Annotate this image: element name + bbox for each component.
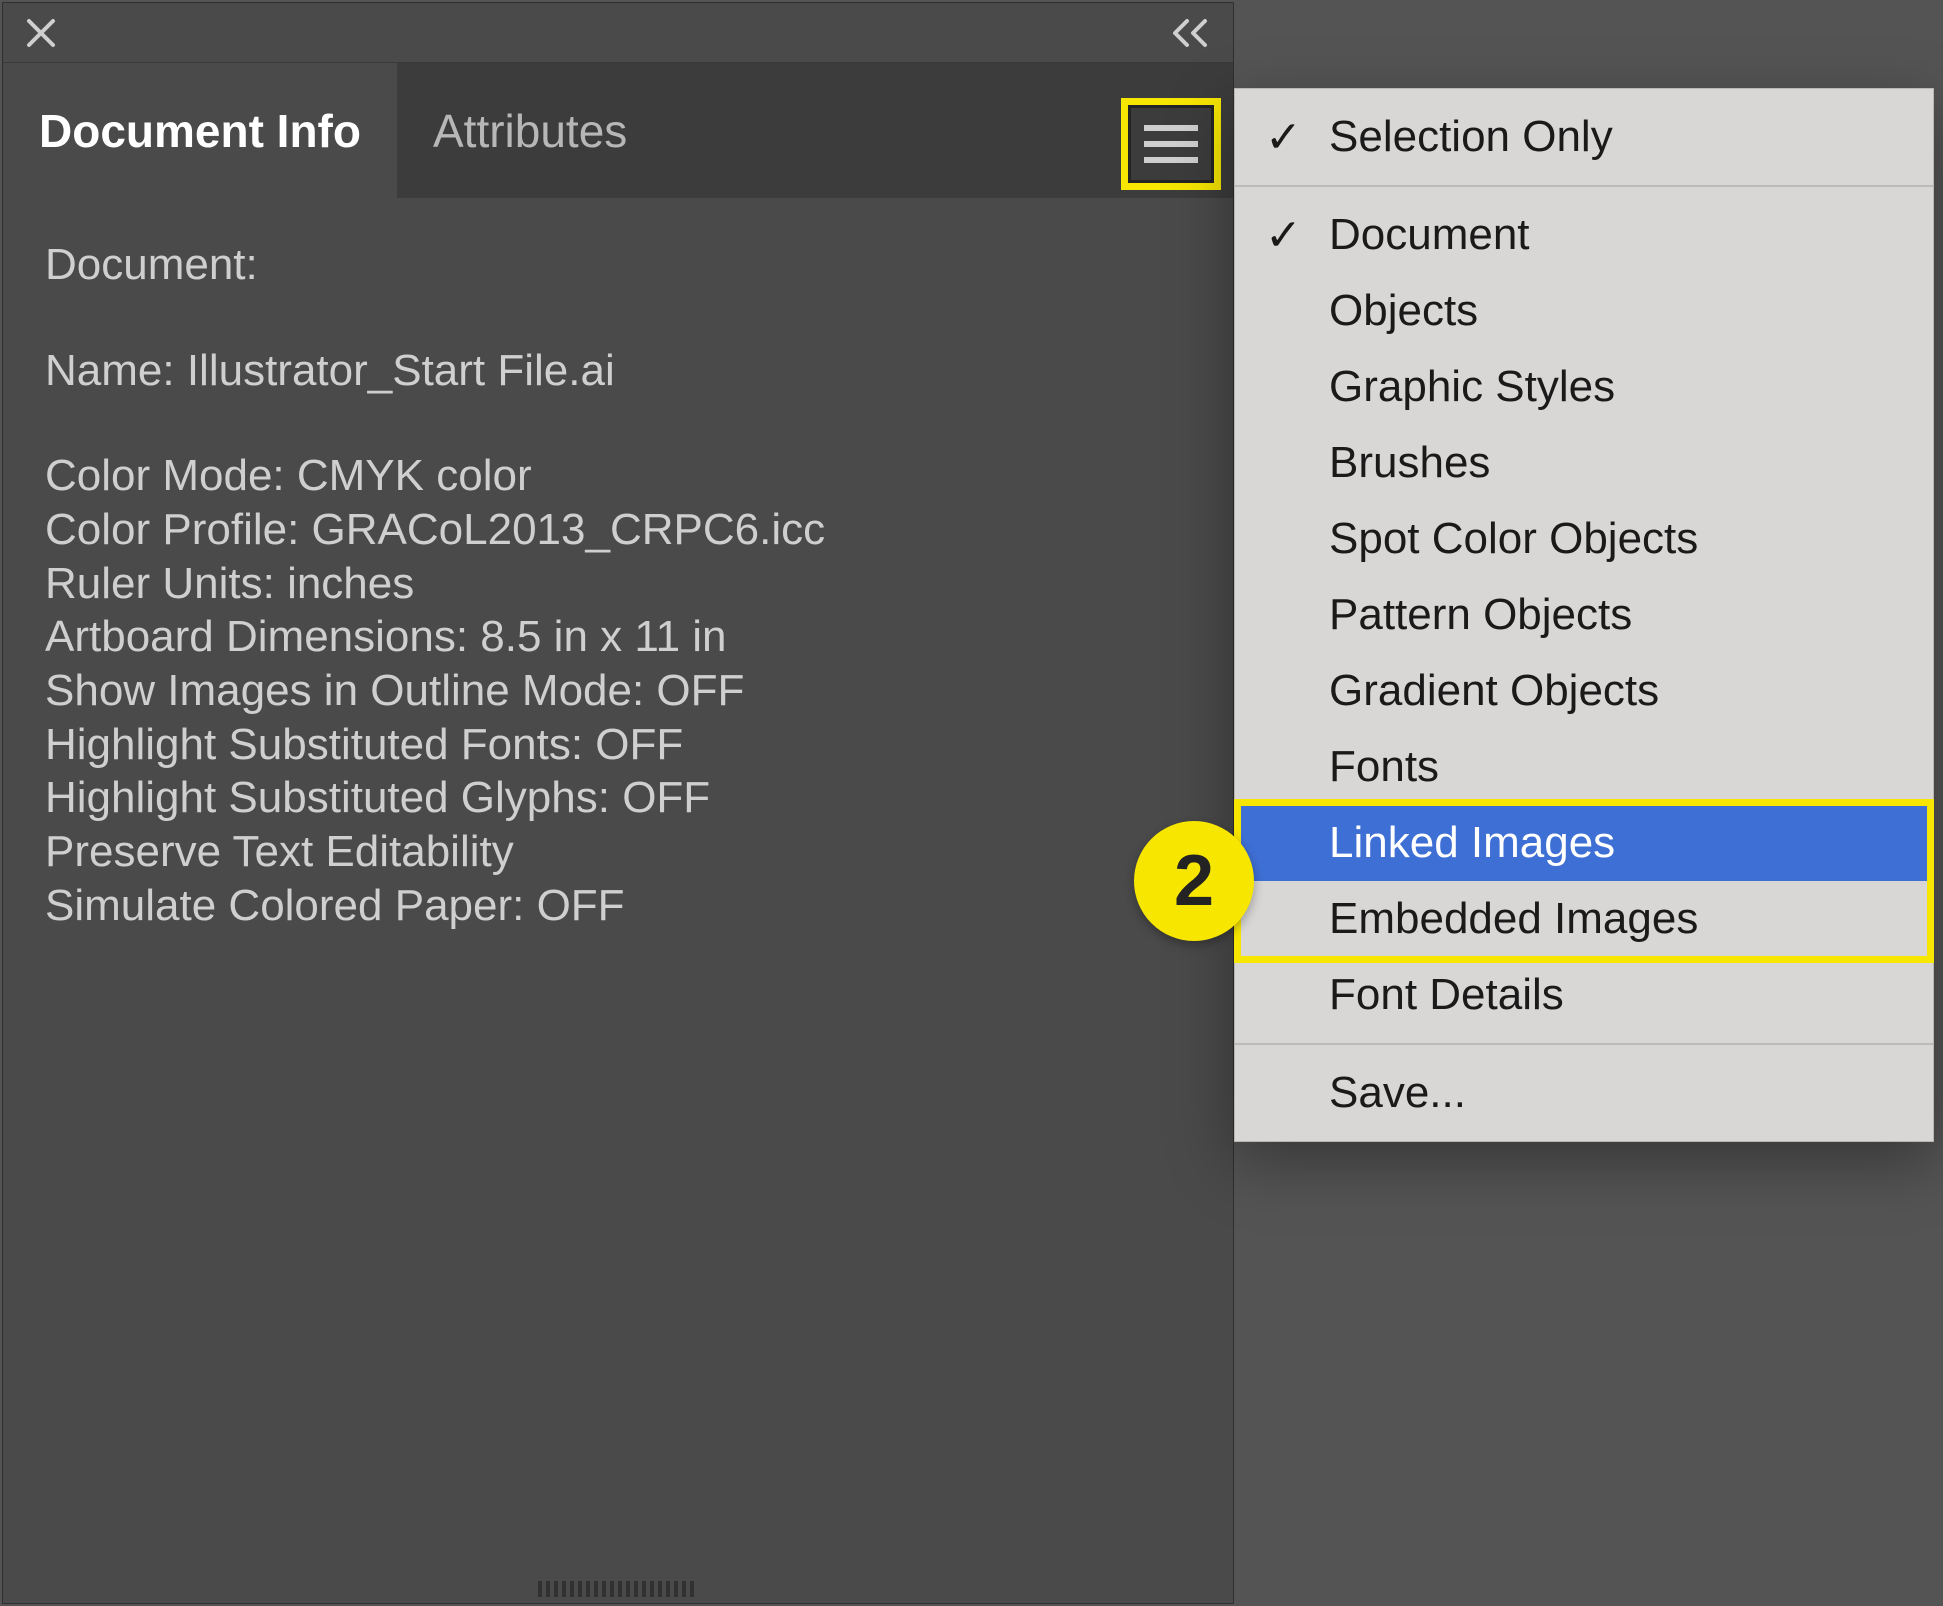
menu-item-objects[interactable]: Objects <box>1235 273 1933 349</box>
document-info-line: Preserve Text Editability <box>45 825 1191 879</box>
menu-group-save: Save... <box>1235 1045 1933 1141</box>
document-info-line: Ruler Units: inches <box>45 557 1191 611</box>
menu-item-save[interactable]: Save... <box>1235 1055 1933 1131</box>
document-info-line: Highlight Substituted Fonts: OFF <box>45 718 1191 772</box>
document-info-lines: Color Mode: CMYK colorColor Profile: GRA… <box>45 449 1191 932</box>
checkmark-icon: ✓ <box>1265 112 1302 163</box>
menu-item-graphic-styles[interactable]: Graphic Styles <box>1235 349 1933 425</box>
tab-label: Attributes <box>433 104 627 158</box>
panel-body: Document: Name: Illustrator_Start File.a… <box>3 198 1233 972</box>
menu-item-gradient-objects[interactable]: Gradient Objects <box>1235 653 1933 729</box>
document-info-line: Simulate Colored Paper: OFF <box>45 879 1191 933</box>
menu-item-pattern-objects[interactable]: Pattern Objects <box>1235 577 1933 653</box>
menu-item-label: Linked Images <box>1329 818 1615 868</box>
document-label: Document: <box>45 238 1191 292</box>
tab-label: Document Info <box>39 104 361 158</box>
menu-item-label: Document <box>1329 210 1530 260</box>
menu-item-embedded-images[interactable]: Embedded Images <box>1235 881 1933 957</box>
document-info-line: Show Images in Outline Mode: OFF <box>45 664 1191 718</box>
menu-item-linked-images[interactable]: Linked Images <box>1235 805 1933 881</box>
close-icon[interactable] <box>19 11 63 55</box>
menu-item-label: Pattern Objects <box>1329 590 1632 640</box>
checkmark-icon: ✓ <box>1265 210 1302 261</box>
annotation-badge-label: 2 <box>1174 840 1214 922</box>
menu-item-label: Save... <box>1329 1068 1466 1118</box>
menu-item-label: Graphic Styles <box>1329 362 1615 412</box>
collapse-icon[interactable] <box>1169 3 1215 63</box>
menu-item-label: Gradient Objects <box>1329 666 1659 716</box>
menu-item-label: Embedded Images <box>1329 894 1698 944</box>
document-info-line: Color Mode: CMYK color <box>45 449 1191 503</box>
tab-attributes[interactable]: Attributes <box>397 63 663 198</box>
document-info-line: Highlight Substituted Glyphs: OFF <box>45 771 1191 825</box>
menu-item-label: Selection Only <box>1329 112 1613 162</box>
menu-item-selection-only[interactable]: ✓ Selection Only <box>1235 99 1933 175</box>
tab-document-info[interactable]: Document Info <box>3 63 397 198</box>
document-info-line: Artboard Dimensions: 8.5 in x 11 in <box>45 610 1191 664</box>
menu-item-label: Font Details <box>1329 970 1564 1020</box>
menu-item-label: Brushes <box>1329 438 1490 488</box>
resize-grip-icon[interactable] <box>538 1581 698 1597</box>
document-name: Name: Illustrator_Start File.ai <box>45 344 1191 398</box>
menu-item-font-details[interactable]: Font Details <box>1235 957 1933 1033</box>
menu-item-label: Fonts <box>1329 742 1439 792</box>
document-info-panel: Document Info Attributes Document: Name:… <box>2 2 1234 1604</box>
panel-menu-button[interactable] <box>1121 98 1221 190</box>
document-info-line: Color Profile: GRACoL2013_CRPC6.icc <box>45 503 1191 557</box>
panel-flyout-menu: ✓ Selection Only ✓ Document Objects Graphic … <box>1234 88 1934 1142</box>
menu-item-label: Objects <box>1329 286 1478 336</box>
annotation-badge-2: 2 <box>1134 821 1254 941</box>
menu-group-selection: ✓ Selection Only <box>1235 89 1933 185</box>
hamburger-icon <box>1144 125 1198 163</box>
menu-item-label: Spot Color Objects <box>1329 514 1698 564</box>
menu-item-spot-color-objects[interactable]: Spot Color Objects <box>1235 501 1933 577</box>
tab-row: Document Info Attributes <box>3 63 1233 198</box>
menu-item-document[interactable]: ✓ Document <box>1235 197 1933 273</box>
menu-group-categories: ✓ Document Objects Graphic Styles Brushes Spo… <box>1235 187 1933 1043</box>
panel-header <box>3 3 1233 63</box>
menu-item-fonts[interactable]: Fonts <box>1235 729 1933 805</box>
menu-item-brushes[interactable]: Brushes <box>1235 425 1933 501</box>
